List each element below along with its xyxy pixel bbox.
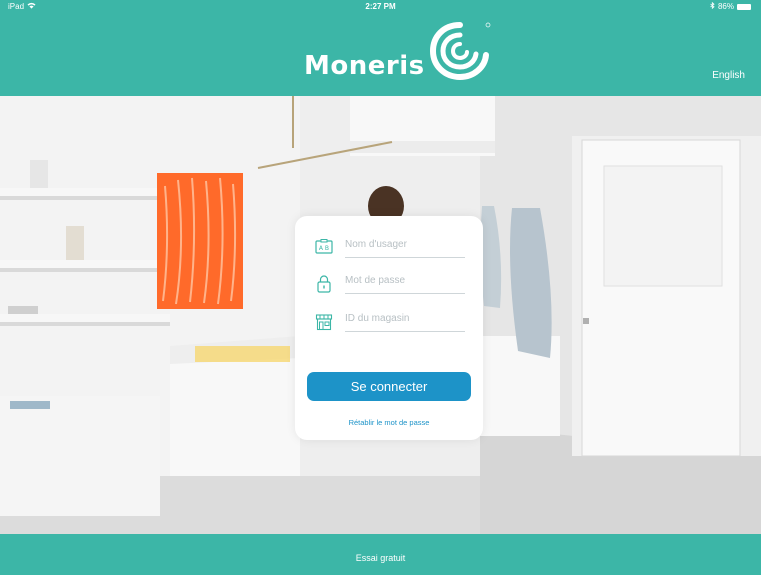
store-id-input[interactable] — [345, 313, 463, 324]
login-card: A B Nom d'usager ID du magasin Se connec… — [295, 216, 483, 440]
padlock-icon — [317, 275, 331, 293]
username-field: A B — [315, 238, 465, 258]
battery-icon — [737, 3, 751, 10]
svg-text:A B: A B — [319, 245, 329, 252]
battery-percent: 86% — [717, 2, 734, 11]
password-field — [315, 274, 465, 294]
password-input[interactable] — [345, 275, 463, 286]
store-id-field — [315, 312, 465, 332]
brand-name: Moneris — [304, 51, 425, 81]
app-screen: iPad 2:27 PM 86% Moneris English A B Nom… — [0, 0, 761, 575]
header-bar: iPad 2:27 PM 86% Moneris English — [0, 0, 761, 96]
id-card-icon: A B — [315, 239, 333, 254]
reset-password-link[interactable]: Rétablir le mot de passe — [295, 418, 483, 427]
status-right: 86% — [710, 1, 751, 11]
free-trial-link[interactable]: Essai gratuit — [0, 553, 761, 563]
login-button[interactable]: Se connecter — [307, 372, 471, 401]
storefront-icon — [315, 314, 333, 331]
bluetooth-icon — [710, 1, 715, 11]
footer-bar[interactable]: Essai gratuit — [0, 534, 761, 575]
store-id-underline — [345, 331, 465, 332]
language-selector[interactable]: English — [712, 70, 745, 81]
username-input[interactable] — [345, 239, 463, 250]
password-underline — [345, 293, 465, 294]
username-underline — [345, 257, 465, 258]
moneris-swirl-icon — [429, 19, 491, 86]
moneris-logo: Moneris — [304, 22, 491, 86]
status-time: 2:27 PM — [365, 2, 396, 11]
